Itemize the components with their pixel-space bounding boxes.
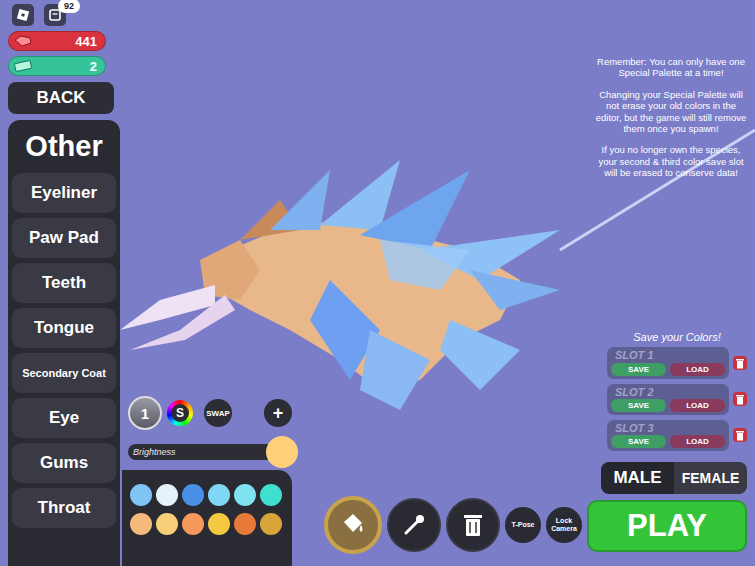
tool-button[interactable] — [387, 498, 441, 552]
delete-slot-button[interactable] — [733, 356, 747, 370]
sidebar-item[interactable]: Paw Pad — [12, 218, 116, 258]
chat-button[interactable]: 92 — [44, 4, 66, 26]
save-slot: SLOT 1SAVE LOAD — [607, 347, 747, 378]
load-button[interactable]: LOAD — [670, 435, 725, 448]
color-swatch[interactable] — [208, 484, 230, 506]
color-swatch[interactable] — [260, 484, 282, 506]
tool-button[interactable] — [324, 496, 382, 554]
notification-badge: 92 — [58, 0, 80, 13]
slot-buttons: SAVE LOAD — [611, 435, 725, 448]
currency-pill: 2 — [8, 56, 106, 76]
slot-card: SLOT 1SAVE LOAD — [607, 347, 729, 378]
notice-text: Remember: You can only have one Special … — [587, 56, 747, 189]
notice-paragraph: If you no longer own the species, your s… — [595, 144, 747, 178]
gender-button[interactable]: FEMALE — [674, 462, 747, 494]
delete-slot-button[interactable] — [733, 392, 747, 406]
color-swatch[interactable] — [130, 513, 152, 535]
load-button[interactable]: LOAD — [670, 363, 725, 376]
color-swatch[interactable] — [156, 513, 178, 535]
game-screen: 92 441 2 BACK Other Eyeliner Paw Pad Teeth Tongu… — [0, 0, 755, 566]
play-button[interactable]: PLAY — [587, 500, 747, 552]
sidebar-item[interactable]: Throat — [12, 488, 116, 528]
creature-icon — [120, 160, 560, 410]
right-column: Remember: You can only have one Special … — [587, 0, 755, 566]
tool-text-button[interactable]: T-Pose — [505, 507, 541, 543]
gender-button[interactable]: MALE — [601, 462, 674, 494]
editor-controls: 1S SWAP + — [122, 396, 292, 430]
middle-column: 1S SWAP + Brightness T-PoseLock Camera — [122, 0, 587, 566]
save-slot: SLOT 2SAVE LOAD — [607, 384, 747, 415]
notice-paragraph: Remember: You can only have one Special … — [595, 56, 747, 79]
slot-label: SLOT 1 — [611, 349, 725, 362]
color-swatch[interactable] — [234, 513, 256, 535]
left-column: 92 441 2 BACK Other Eyeliner Paw Pad Teeth Tongu… — [0, 0, 122, 566]
currency-value: 441 — [75, 34, 97, 49]
slot-card: SLOT 2SAVE LOAD — [607, 384, 729, 415]
color-swatch[interactable] — [182, 513, 204, 535]
slot-buttons: SAVE LOAD — [611, 399, 725, 412]
special-palette-button[interactable]: S — [167, 400, 193, 426]
ticket-icon — [13, 59, 33, 73]
slot-buttons: SAVE LOAD — [611, 363, 725, 376]
color-swatch[interactable] — [234, 484, 256, 506]
slot-label: SLOT 2 — [611, 386, 725, 399]
trash-icon — [735, 358, 745, 369]
save-button[interactable]: SAVE — [611, 435, 666, 448]
sidebar: Other Eyeliner Paw Pad Teeth Tongue Secondary… — [8, 120, 120, 566]
swap-button[interactable]: SWAP — [204, 399, 232, 427]
tool-bar: T-PoseLock Camera — [324, 496, 582, 554]
notice-paragraph: Changing your Special Palette will not e… — [595, 89, 747, 135]
save-slot: SLOT 3SAVE LOAD — [607, 420, 747, 451]
paint-bucket-icon — [338, 510, 368, 540]
trash-icon — [735, 394, 745, 405]
light-streak-icon — [560, 130, 755, 250]
color-swatch[interactable] — [208, 513, 230, 535]
color-swatch[interactable] — [156, 484, 178, 506]
delete-slot-button[interactable] — [733, 428, 747, 442]
color-swatch[interactable] — [130, 484, 152, 506]
color-editor: 1S SWAP + Brightness — [122, 396, 292, 566]
top-bar: 92 — [12, 4, 122, 26]
color-swatch[interactable] — [260, 513, 282, 535]
add-button[interactable]: + — [264, 399, 292, 427]
eyedropper-icon — [400, 511, 428, 539]
slot-card: SLOT 3SAVE LOAD — [607, 420, 729, 451]
sidebar-item[interactable]: Teeth — [12, 263, 116, 303]
save-section: Save your Colors!SLOT 1SAVELOADSLOT 2SAV… — [587, 331, 747, 456]
trash-icon — [461, 512, 485, 538]
sidebar-item[interactable]: Secondary Coat — [12, 353, 116, 393]
back-button[interactable]: BACK — [8, 82, 114, 114]
load-button[interactable]: LOAD — [670, 399, 725, 412]
sidebar-title: Other — [12, 130, 116, 163]
currency-value: 2 — [90, 59, 97, 74]
palette-panel — [122, 470, 292, 566]
save-button[interactable]: SAVE — [611, 399, 666, 412]
brightness-knob[interactable] — [266, 436, 298, 468]
roblox-logo-icon — [16, 8, 30, 22]
sidebar-item[interactable]: Gums — [12, 443, 116, 483]
sidebar-item[interactable]: Eye — [12, 398, 116, 438]
color-slot-button[interactable]: 1 — [128, 396, 162, 430]
sidebar-item[interactable]: Eyeliner — [12, 173, 116, 213]
save-button[interactable]: SAVE — [611, 363, 666, 376]
color-swatch[interactable] — [182, 484, 204, 506]
trash-icon — [735, 430, 745, 441]
brightness-label: Brightness — [128, 447, 176, 457]
slot-label: SLOT 3 — [611, 422, 725, 435]
roblox-menu-button[interactable] — [12, 4, 34, 26]
special-label: S — [171, 404, 189, 422]
sidebar-item[interactable]: Tongue — [12, 308, 116, 348]
gender-toggle: MALEFEMALE — [601, 462, 747, 494]
brightness-slider[interactable]: Brightness — [128, 444, 282, 460]
tool-button[interactable] — [446, 498, 500, 552]
save-title: Save your Colors! — [607, 331, 747, 343]
tool-text-button[interactable]: Lock Camera — [546, 507, 582, 543]
currency-pill: 441 — [8, 31, 106, 51]
gem-icon — [13, 34, 33, 48]
